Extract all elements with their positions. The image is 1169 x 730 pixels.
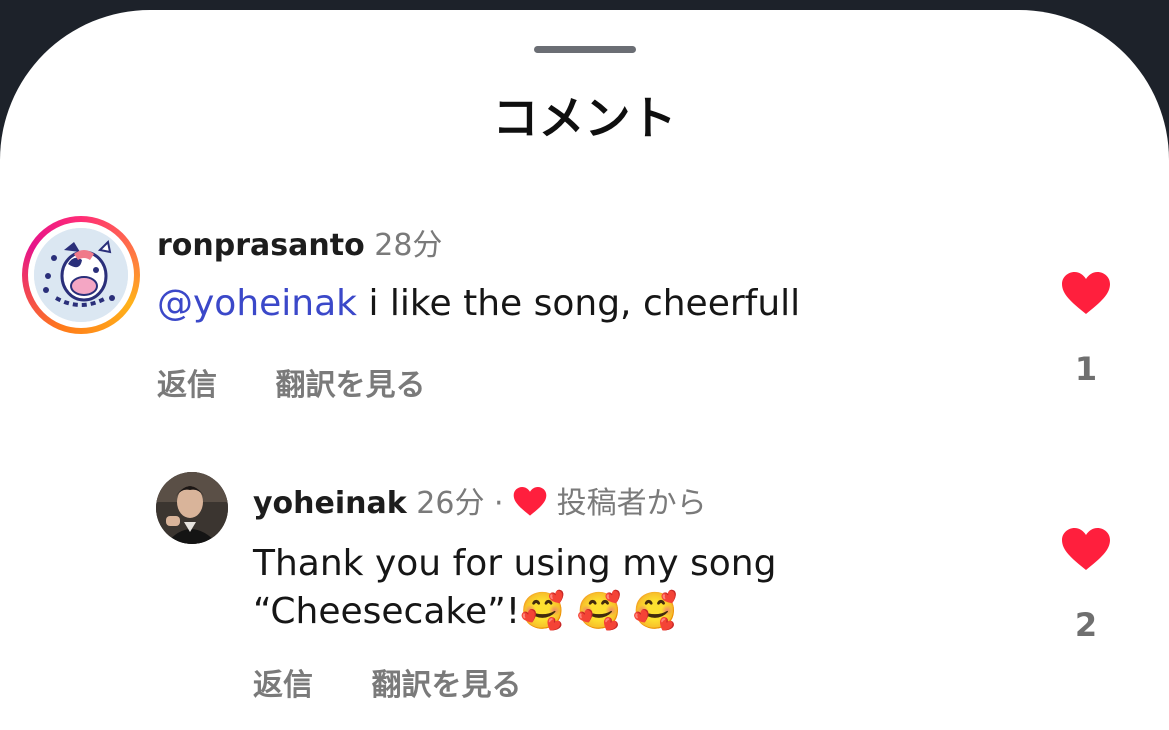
reply-message-line1: Thank you for using my song bbox=[253, 543, 777, 584]
like-control[interactable]: 2 bbox=[1056, 528, 1116, 644]
comment-time: 26分 bbox=[416, 486, 485, 521]
heart-filled-icon[interactable] bbox=[1061, 528, 1111, 572]
reply-message-line2: “Cheesecake”! bbox=[253, 591, 521, 632]
reply-button[interactable]: 返信 bbox=[157, 360, 217, 404]
comment-header: ronprasanto 28分 bbox=[157, 226, 442, 266]
avatar-image bbox=[34, 228, 128, 322]
reply-header: yoheinak 26分 · 投稿者から bbox=[253, 484, 707, 524]
translate-button[interactable]: 翻訳を見る bbox=[275, 360, 425, 404]
avatar-yoheinak[interactable] bbox=[156, 472, 228, 544]
reply-actions: 返信 翻訳を見る bbox=[253, 660, 521, 704]
like-count: 1 bbox=[1074, 350, 1098, 388]
comment-message: i like the song, cheerfull bbox=[357, 283, 801, 324]
comment-actions: 返信 翻訳を見る bbox=[157, 360, 425, 404]
heart-small-icon bbox=[513, 487, 547, 516]
like-count: 2 bbox=[1074, 606, 1098, 644]
mention-link[interactable]: @yoheinak bbox=[157, 283, 357, 324]
liked-by-author-label: 投稿者から bbox=[556, 486, 707, 521]
avatar-image bbox=[156, 472, 228, 544]
translate-button[interactable]: 翻訳を見る bbox=[371, 660, 521, 704]
sheet-grabber[interactable] bbox=[534, 46, 636, 53]
comment-username[interactable]: yoheinak bbox=[253, 486, 407, 521]
avatar-ronprasanto[interactable] bbox=[22, 216, 140, 334]
comment-text: @yoheinak i like the song, cheerfull bbox=[157, 280, 800, 328]
like-control[interactable]: 1 bbox=[1056, 272, 1116, 388]
heart-filled-icon[interactable] bbox=[1061, 272, 1111, 316]
sheet-title: コメント bbox=[492, 91, 677, 145]
comment-username[interactable]: ronprasanto bbox=[157, 228, 365, 263]
reply-button[interactable]: 返信 bbox=[253, 660, 313, 704]
emoji-smiling-hearts: 🥰 🥰 🥰 bbox=[520, 591, 678, 632]
comment-time: 28分 bbox=[374, 228, 443, 263]
separator-dot: · bbox=[494, 486, 504, 521]
reply-text: Thank you for using my song “Cheesecake”… bbox=[253, 540, 1013, 636]
